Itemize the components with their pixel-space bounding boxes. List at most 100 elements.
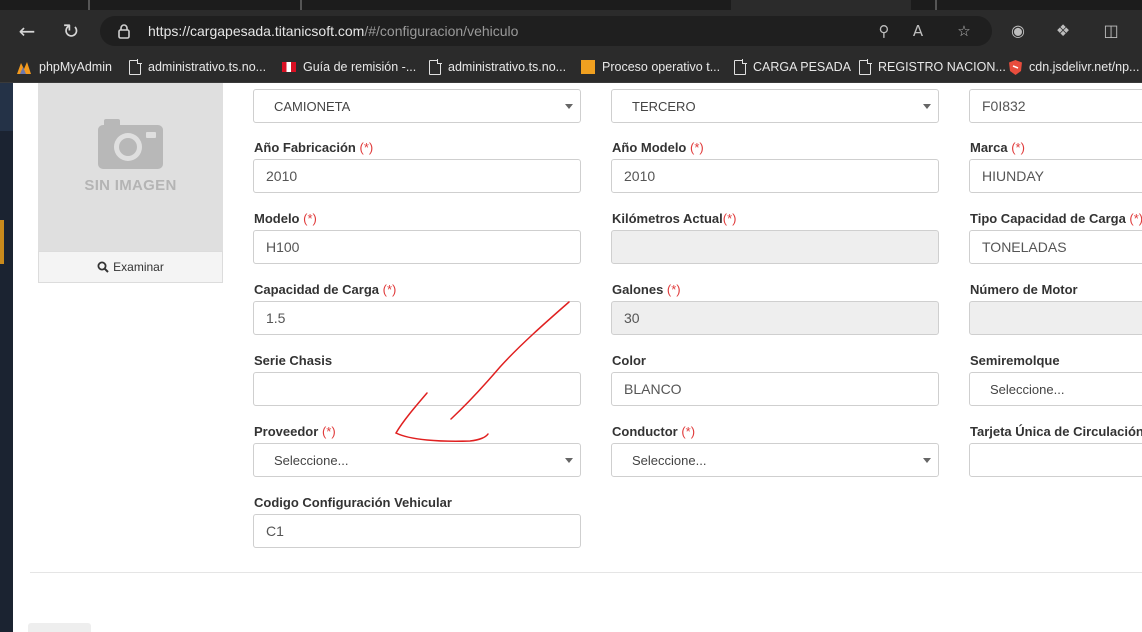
jsdelivr-icon bbox=[1009, 59, 1022, 75]
plate-value: F0I832 bbox=[982, 98, 1026, 114]
ownership-value: TERCERO bbox=[632, 98, 696, 114]
serie-chasis-label: Serie Chasis bbox=[254, 353, 333, 368]
bookmark-proceso-operativo[interactable]: Proceso operativo t... bbox=[581, 52, 720, 82]
sidebar-rail bbox=[0, 83, 13, 632]
phpmyadmin-icon bbox=[17, 61, 31, 74]
capacidad-label: Capacidad de Carga (*) bbox=[254, 282, 397, 297]
favorite-star-icon[interactable]: ☆ bbox=[954, 21, 974, 41]
bookmark-jsdelivr[interactable]: cdn.jsdelivr.net/np... bbox=[1009, 52, 1139, 82]
bookmark-label: administrativo.ts.no... bbox=[448, 60, 567, 74]
required-marker: (*) bbox=[359, 140, 374, 155]
semiremolque-value: Seleccione... bbox=[990, 381, 1065, 397]
color-input[interactable]: BLANCO bbox=[611, 372, 939, 406]
anio-fabricacion-value: 2010 bbox=[266, 168, 298, 184]
bookmark-label: phpMyAdmin bbox=[39, 60, 112, 74]
galones-input[interactable]: 30 bbox=[611, 301, 939, 335]
no-image-text: SIN IMAGEN bbox=[84, 177, 177, 194]
proveedor-value: Seleccione... bbox=[274, 452, 349, 468]
anio-fabricacion-input[interactable]: 2010 bbox=[253, 159, 581, 193]
required-marker: (*) bbox=[690, 140, 704, 155]
proveedor-label: Proveedor (*) bbox=[254, 424, 336, 439]
anio-modelo-value: 2010 bbox=[624, 168, 656, 184]
page-icon bbox=[129, 59, 142, 75]
marca-input[interactable]: HIUNDAY bbox=[969, 159, 1142, 193]
tab-divider bbox=[935, 0, 937, 10]
url-host: https://cargapesada.titanicsoft.com bbox=[148, 23, 365, 39]
split-screen-icon[interactable]: ◫ bbox=[1100, 20, 1122, 42]
active-browser-tab[interactable] bbox=[731, 0, 911, 10]
orange-app-icon bbox=[581, 60, 595, 74]
conductor-label: Conductor (*) bbox=[612, 424, 696, 439]
semiremolque-select[interactable]: Seleccione... bbox=[969, 372, 1142, 406]
lock-icon bbox=[118, 24, 130, 39]
tipo-capacidad-value: TONELADAS bbox=[982, 239, 1067, 255]
numero-motor-input[interactable] bbox=[969, 301, 1142, 335]
bookmark-administrativo-2[interactable]: administrativo.ts.no... bbox=[429, 52, 566, 82]
codigo-config-label: Codigo Configuración Vehicular bbox=[254, 495, 452, 510]
browse-image-button[interactable]: Examinar bbox=[38, 251, 223, 283]
galones-label: Galones (*) bbox=[612, 282, 681, 297]
capacidad-input[interactable]: 1.5 bbox=[253, 301, 581, 335]
bookmark-label: Proceso operativo t... bbox=[602, 60, 721, 74]
bookmark-administrativo-1[interactable]: administrativo.ts.no... bbox=[129, 52, 266, 82]
sidebar-rail-accent bbox=[0, 83, 13, 131]
extension-puzzle-icon[interactable]: ◉ bbox=[1007, 20, 1029, 42]
browser-toolbar: ← ↻ https://cargapesada.titanicsoft.com/… bbox=[0, 10, 1142, 52]
proveedor-select[interactable]: Seleccione... bbox=[253, 443, 581, 477]
reload-icon[interactable]: ↻ bbox=[58, 18, 84, 44]
url-text[interactable]: https://cargapesada.titanicsoft.com/#/co… bbox=[148, 23, 518, 39]
required-marker: (*) bbox=[382, 282, 397, 297]
bookmark-phpmyadmin[interactable]: phpMyAdmin bbox=[16, 52, 112, 82]
chevron-down-icon bbox=[923, 458, 931, 463]
bookmark-label: CARGA PESADA bbox=[753, 60, 851, 74]
tarjeta-label: Tarjeta Única de Circulación bbox=[970, 424, 1142, 439]
search-icon bbox=[97, 261, 109, 273]
chevron-down-icon bbox=[565, 104, 573, 109]
anio-modelo-input[interactable]: 2010 bbox=[611, 159, 939, 193]
required-marker: (*) bbox=[1129, 211, 1142, 226]
required-marker: (*) bbox=[303, 211, 317, 226]
back-arrow-icon[interactable]: ← bbox=[14, 18, 40, 44]
footer-button[interactable] bbox=[28, 623, 91, 632]
kilometros-input[interactable] bbox=[611, 230, 939, 264]
address-bar[interactable]: https://cargapesada.titanicsoft.com/#/co… bbox=[100, 16, 992, 46]
vehicle-type-select[interactable]: CAMIONETA bbox=[253, 89, 581, 123]
bookmark-registro-nacional[interactable]: REGISTRO NACION... bbox=[859, 52, 1006, 82]
serie-chasis-input[interactable] bbox=[253, 372, 581, 406]
ownership-select[interactable]: TERCERO bbox=[611, 89, 939, 123]
marca-value: HIUNDAY bbox=[982, 168, 1044, 184]
marca-label: Marca (*) bbox=[970, 140, 1025, 155]
required-marker: (*) bbox=[321, 424, 336, 439]
tarjeta-input[interactable] bbox=[969, 443, 1142, 477]
tipo-capacidad-input[interactable]: TONELADAS bbox=[969, 230, 1142, 264]
conductor-select[interactable]: Seleccione... bbox=[611, 443, 939, 477]
chevron-down-icon bbox=[565, 458, 573, 463]
extensions-icon[interactable]: ❖ bbox=[1052, 20, 1074, 42]
form-divider bbox=[30, 572, 1142, 573]
peru-flag-icon bbox=[282, 62, 296, 72]
modelo-input[interactable]: H100 bbox=[253, 230, 581, 264]
vehicle-type-value: CAMIONETA bbox=[274, 98, 351, 114]
browser-tab-strip bbox=[0, 0, 1142, 10]
anio-modelo-label: Año Modelo (*) bbox=[612, 140, 704, 155]
page-icon bbox=[429, 59, 442, 75]
required-marker: (*) bbox=[681, 424, 696, 439]
conductor-value: Seleccione... bbox=[632, 452, 707, 468]
bookmark-label: cdn.jsdelivr.net/np... bbox=[1029, 60, 1140, 74]
vehicle-photo-placeholder: SIN IMAGEN bbox=[38, 83, 223, 251]
required-marker: (*) bbox=[1011, 140, 1025, 155]
semiremolque-label: Semiremolque bbox=[970, 353, 1060, 368]
color-label: Color bbox=[612, 353, 646, 368]
plate-input[interactable]: F0I832 bbox=[969, 89, 1142, 123]
tab-divider bbox=[88, 0, 90, 10]
chevron-down-icon bbox=[923, 104, 931, 109]
url-path: /#/configuracion/vehiculo bbox=[364, 23, 519, 39]
tipo-capacidad-label: Tipo Capacidad de Carga (*) bbox=[970, 211, 1142, 226]
modelo-label: Modelo (*) bbox=[254, 211, 317, 226]
codigo-config-input[interactable]: C1 bbox=[253, 514, 581, 548]
read-aloud-icon[interactable]: A bbox=[908, 21, 928, 41]
bookmark-carga-pesada[interactable]: CARGA PESADA bbox=[734, 52, 851, 82]
key-icon[interactable]: ⚲ bbox=[874, 21, 894, 41]
bookmark-label: administrativo.ts.no... bbox=[148, 60, 267, 74]
bookmark-guia-remision[interactable]: Guía de remisión -... bbox=[282, 52, 416, 82]
